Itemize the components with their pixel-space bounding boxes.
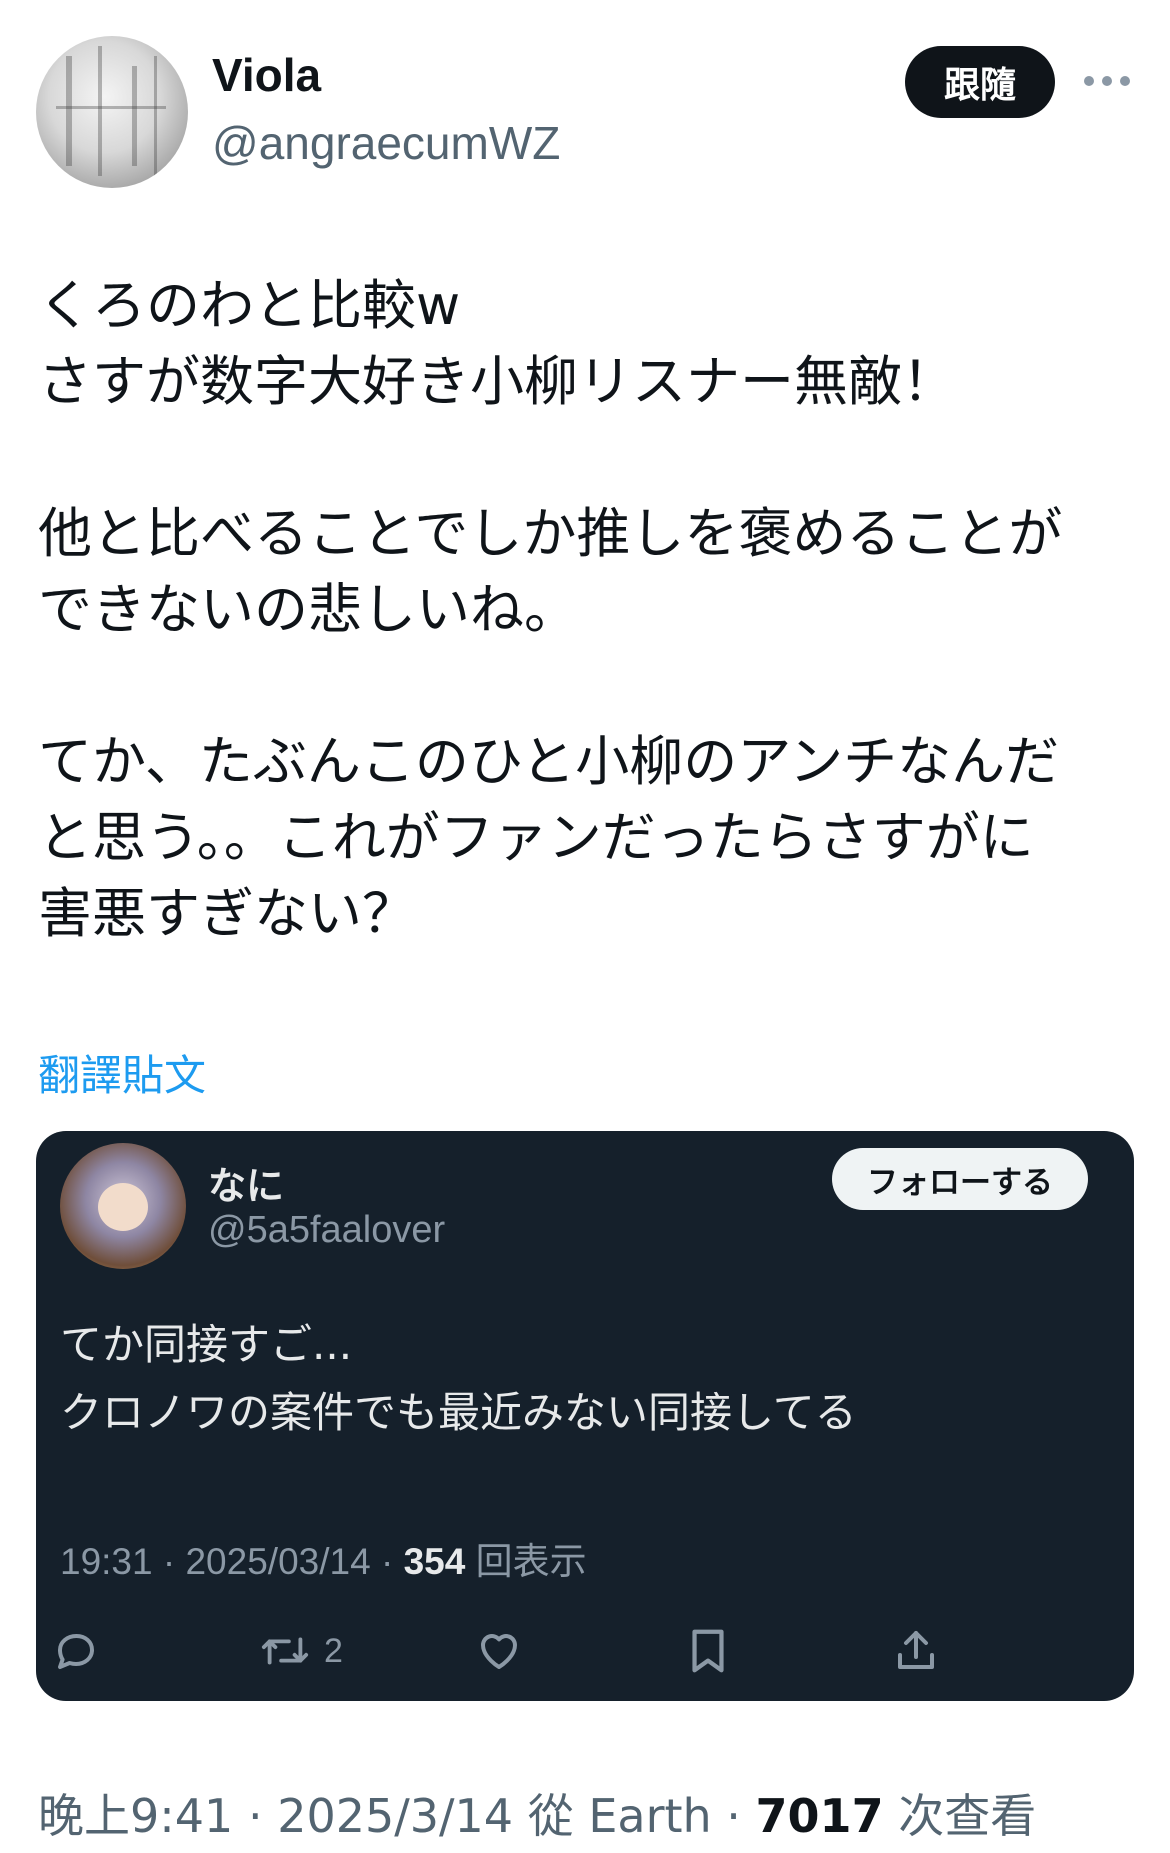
quoted-follow-button[interactable]: フォローする bbox=[832, 1148, 1088, 1210]
retweet-icon bbox=[261, 1637, 309, 1665]
reply-button[interactable] bbox=[52, 1621, 100, 1681]
reply-icon bbox=[58, 1634, 94, 1669]
tweet-source: Earth bbox=[588, 1789, 712, 1843]
tweet-line-break bbox=[38, 420, 1138, 496]
tweet-line: てか、たぶんこのひと小柳のアンチなんだ bbox=[38, 730, 1060, 793]
author-display-name[interactable]: Viola bbox=[212, 48, 321, 102]
quoted-author-handle[interactable]: @5a5faalover bbox=[208, 1209, 445, 1252]
quoted-time[interactable]: 19:31 bbox=[60, 1541, 153, 1582]
author-handle[interactable]: @angraecumWZ bbox=[212, 116, 560, 170]
tweet-line: 他と比べることでしか推しを褒めることが bbox=[38, 502, 1063, 565]
quoted-tweet-card[interactable]: なに @5a5faalover フォローする てか同接すご... クロノワの案件… bbox=[36, 1131, 1134, 1701]
more-dot bbox=[1084, 76, 1094, 86]
tweet-view-count[interactable]: 7017 bbox=[756, 1789, 884, 1843]
quoted-tweet-line: クロノワの案件でも最近みない同接してる bbox=[60, 1388, 857, 1437]
meta-separator: · bbox=[162, 1541, 186, 1582]
tweet-date[interactable]: 2025/3/14 bbox=[277, 1789, 513, 1843]
meta-separator: · bbox=[247, 1789, 278, 1843]
tweet-line: くろのわと比較w bbox=[38, 274, 461, 337]
avatar-face bbox=[98, 1183, 148, 1231]
more-dot bbox=[1102, 76, 1112, 86]
tweet-line-break bbox=[38, 648, 1138, 724]
quoted-tweet-meta: 19:31 · 2025/03/14 · 354 回表示 bbox=[60, 1531, 587, 1585]
heart-icon bbox=[481, 1634, 517, 1669]
quoted-view-label: 回表示 bbox=[475, 1541, 587, 1582]
tweet-line: 害悪すぎない？ bbox=[38, 882, 416, 945]
retweet-count: 2 bbox=[324, 1631, 343, 1670]
quoted-author-display-name[interactable]: なに bbox=[208, 1155, 284, 1210]
share-icon bbox=[898, 1631, 934, 1669]
retweet-button[interactable]: 2 bbox=[260, 1621, 343, 1681]
tweet-line: と思う。。これがファンだったらさすがに bbox=[38, 806, 1034, 869]
quoted-author-avatar[interactable] bbox=[60, 1143, 186, 1269]
tweet-meta: 晚上9:41 · 2025/3/14 從 Earth · 7017 次查看 bbox=[38, 1780, 1036, 1846]
share-button[interactable] bbox=[892, 1621, 940, 1681]
tweet-line: できないの悲しいね。 bbox=[38, 578, 578, 641]
bookmark-button[interactable] bbox=[686, 1621, 730, 1681]
more-dot bbox=[1120, 76, 1130, 86]
quoted-tweet-text: てか同接すご... クロノワの案件でも最近みない同接してる bbox=[60, 1311, 1110, 1447]
tweet-line: さすが数字大好き小柳リスナー無敵！ bbox=[38, 350, 956, 413]
like-button[interactable] bbox=[474, 1621, 524, 1681]
quoted-view-count: 354 bbox=[403, 1541, 466, 1582]
author-avatar[interactable] bbox=[36, 36, 188, 188]
meta-separator: · bbox=[726, 1789, 756, 1843]
bookmark-icon bbox=[692, 1629, 724, 1673]
quoted-tweet-line: てか同接すご... bbox=[60, 1320, 353, 1369]
source-prefix: 從 bbox=[527, 1789, 574, 1843]
translate-post-link[interactable]: 翻譯貼文 bbox=[38, 1042, 206, 1103]
quoted-date[interactable]: 2025/03/14 bbox=[185, 1541, 370, 1582]
tweet-time[interactable]: 晚上9:41 bbox=[38, 1789, 233, 1843]
quoted-action-bar: 2 bbox=[36, 1621, 1134, 1681]
tweet-text: くろのわと比較w さすが数字大好き小柳リスナー無敵！ 他と比べることでしか推しを… bbox=[38, 268, 1138, 952]
tweet-view-label: 次查看 bbox=[898, 1789, 1037, 1843]
follow-button[interactable]: 跟隨 bbox=[905, 46, 1055, 118]
more-options-icon[interactable] bbox=[1084, 58, 1130, 104]
meta-separator: · bbox=[380, 1541, 404, 1582]
